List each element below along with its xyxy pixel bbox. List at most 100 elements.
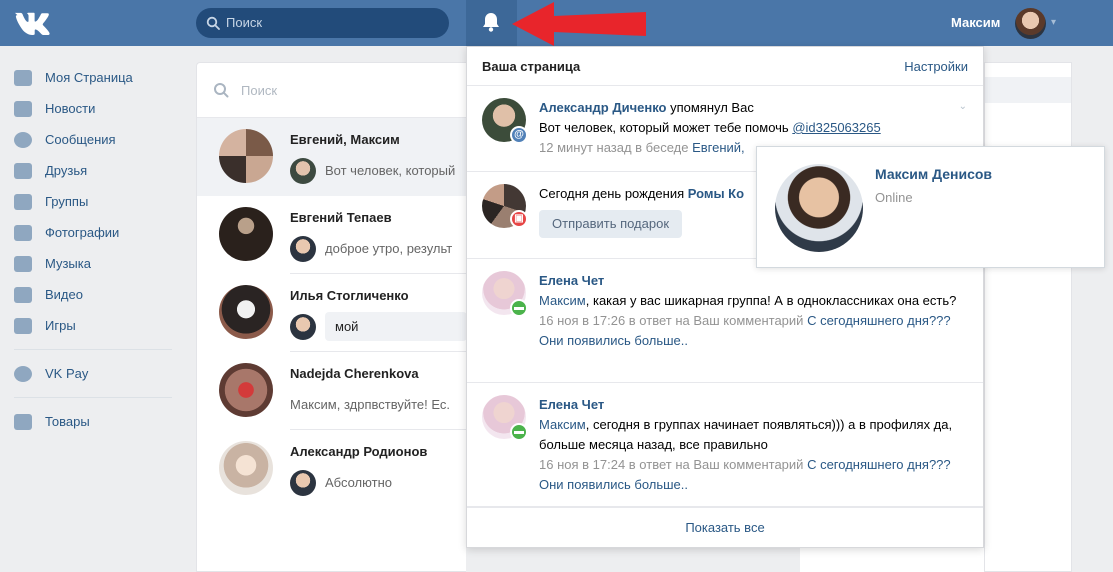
notification-text: Сегодня день рождения [539, 186, 688, 201]
home-icon [14, 69, 32, 86]
mention-icon: @ [510, 126, 528, 144]
dialog-preview: мой [325, 312, 467, 341]
search-icon [206, 16, 220, 30]
comment-icon: ▬ [510, 423, 528, 441]
notification-author[interactable]: Елена Чет [539, 397, 604, 412]
avatar [219, 441, 273, 495]
notification-comment[interactable]: ▬ Елена Чет Максим, какая у вас шикарная… [467, 259, 983, 383]
chevron-down-icon[interactable]: ⌄ [959, 101, 967, 112]
notifications-dropdown: Ваша страница Настройки @ Александр Диче… [466, 46, 984, 548]
vk-logo-icon[interactable] [14, 10, 52, 36]
right-panel-header [985, 77, 1071, 103]
avatar [290, 470, 316, 496]
messages-search-input[interactable]: Поиск [197, 63, 466, 118]
search-icon [214, 83, 229, 98]
comment-icon: ▬ [510, 299, 528, 317]
sidebar-item-label: Новости [45, 101, 96, 116]
notification-text: Вот человек, который может тебе помочь [539, 120, 793, 135]
sidebar-item-games[interactable]: Игры [14, 310, 184, 341]
sidebar-item-news[interactable]: Новости [14, 93, 184, 124]
dialog-name: Евгений Тепаев [290, 210, 392, 225]
sidebar-item-groups[interactable]: Группы [14, 186, 184, 217]
dialog-name: Александр Родионов [290, 444, 428, 459]
notifications-settings-link[interactable]: Настройки [904, 59, 968, 74]
dialog-name: Nadejda Cherenkova [290, 366, 419, 381]
sidebar-item-messages[interactable]: Сообщения [14, 124, 184, 155]
popup-user-name[interactable]: Максим Денисов [875, 166, 992, 182]
sidebar-divider [14, 349, 172, 350]
sidebar-divider [14, 397, 172, 398]
red-arrow-annotation [512, 2, 646, 46]
notification-meta: 16 ноя в 17:26 в ответ на Ваш комментари… [539, 313, 808, 328]
friends-icon [14, 162, 32, 179]
notifications-title: Ваша страница [482, 59, 581, 74]
messages-panel: Поиск Евгений, Максим Вот человек, котор… [196, 62, 467, 572]
dialog-preview: Максим, здрпвствуйте! Ес. [290, 397, 450, 412]
camera-icon [14, 224, 32, 241]
avatar [290, 236, 316, 262]
reply-to-link[interactable]: Максим [539, 293, 586, 308]
sidebar-item-label: Сообщения [45, 132, 116, 147]
sidebar-item-label: Видео [45, 287, 83, 302]
avatar[interactable] [775, 164, 863, 252]
header-avatar[interactable] [1015, 8, 1046, 39]
sidebar-item-my-page[interactable]: Моя Страница [14, 62, 184, 93]
reply-to-link[interactable]: Максим [539, 417, 586, 432]
sidebar-item-friends[interactable]: Друзья [14, 155, 184, 186]
send-gift-button[interactable]: Отправить подарок [539, 210, 683, 238]
notification-meta: 12 минут назад в беседе [539, 140, 693, 155]
top-header: Поиск Максим ▾ [0, 0, 1113, 46]
sidebar-item-photos[interactable]: Фотографии [14, 217, 184, 248]
mention-link[interactable]: @id325063265 [792, 120, 880, 135]
message-icon [14, 131, 32, 148]
header-user-name[interactable]: Максим [951, 15, 1000, 30]
dialog-row[interactable]: Nadejda Cherenkova Максим, здрпвствуйте!… [197, 352, 466, 430]
notification-author[interactable]: Александр Диченко [539, 100, 666, 115]
sidebar-item-label: Фотографии [45, 225, 120, 240]
notifications-header: Ваша страница Настройки [467, 47, 983, 86]
sidebar-item-video[interactable]: Видео [14, 279, 184, 310]
dialog-row[interactable]: Александр Родионов Абсолютно [197, 430, 466, 508]
dialog-name: Илья Стогличенко [290, 288, 409, 303]
news-icon [14, 100, 32, 117]
bag-icon [14, 413, 32, 430]
left-sidebar: Моя Страница Новости Сообщения Друзья Гр… [14, 62, 184, 437]
profile-popup: Максим Денисов Online [756, 146, 1105, 268]
groups-icon [14, 193, 32, 210]
sidebar-item-label: Игры [45, 318, 76, 333]
popup-user-status: Online [875, 190, 913, 205]
sidebar-item-label: Моя Страница [45, 70, 133, 85]
sidebar-item-goods[interactable]: Товары [14, 406, 184, 437]
dialog-row[interactable]: Евгений Тепаев доброе утро, результ [197, 196, 466, 274]
avatar [290, 314, 316, 340]
avatar [219, 363, 273, 417]
games-icon [14, 317, 32, 334]
sidebar-item-label: VK Pay [45, 366, 89, 381]
avatar [219, 207, 273, 261]
dialog-preview: Вот человек, который [325, 163, 456, 178]
notification-action: упомянул Вас [666, 100, 754, 115]
dialog-row[interactable]: Илья Стогличенко мой [197, 274, 467, 352]
notification-author[interactable]: Елена Чет [539, 273, 604, 288]
pay-icon [14, 365, 32, 382]
search-placeholder: Поиск [226, 15, 263, 30]
header-search-input[interactable]: Поиск [196, 8, 449, 38]
bell-icon [483, 13, 499, 32]
sidebar-item-vk-pay[interactable]: VK Pay [14, 358, 184, 389]
avatar [219, 285, 273, 339]
show-all-button[interactable]: Показать все [467, 507, 983, 547]
sidebar-item-label: Группы [45, 194, 89, 209]
chevron-down-icon[interactable]: ▾ [1051, 17, 1056, 28]
notification-comment[interactable]: ▬ Елена Чет Максим, сегодня в группах на… [467, 383, 983, 507]
sidebar-item-music[interactable]: Музыка [14, 248, 184, 279]
notification-meta: 16 ноя в 17:24 в ответ на Ваш комментари… [539, 457, 808, 472]
search-placeholder: Поиск [241, 82, 278, 98]
notification-meta-link[interactable]: Евгений, [692, 140, 745, 155]
gift-icon: ▣ [510, 210, 528, 228]
video-icon [14, 286, 32, 303]
dialog-row[interactable]: Евгений, Максим Вот человек, который [197, 118, 466, 196]
avatar [219, 129, 273, 183]
dialog-preview: Абсолютно [325, 475, 392, 490]
sidebar-item-label: Музыка [45, 256, 91, 271]
birthday-name-link[interactable]: Ромы Ко [688, 186, 744, 201]
